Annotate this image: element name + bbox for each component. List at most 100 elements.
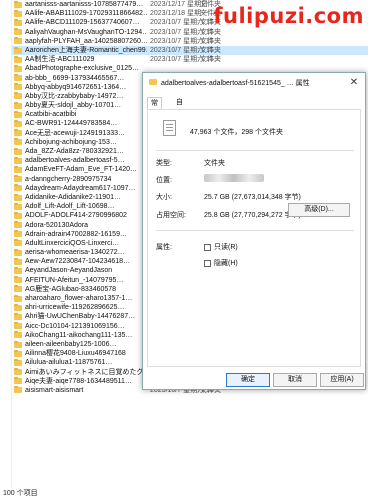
folder-icon [14,0,22,8]
checkbox-icon[interactable] [204,243,211,251]
file-type: 文件夹 [200,46,221,54]
general-panel: 47,963 个文件，298 个文件夹 类型: 文件夹 位置: 大小: 25.7… [147,109,361,367]
file-name: ADOLF-ADOLF414-2790996802 [25,212,127,220]
file-name: aisismart-aisismart [25,386,84,394]
folder-icon [14,349,22,357]
file-name: AA制生活-ABC111029 [25,56,95,64]
cancel-button[interactable]: 取消 [273,373,317,387]
file-name: AC-BWR91-124449783584… [25,120,118,128]
close-icon[interactable]: ✕ [347,76,361,90]
file-row[interactable]: AaliyahVaughan-MsVaughanTO-1294… 2023/10/… [12,28,368,37]
file-date: 2023/10/7 星期六 15… [150,37,221,45]
file-name: adalbertoalves-adalbertoasf-5… [25,157,125,165]
file-date: 2023/12/18 星期一 … [150,10,217,18]
folder-icon [14,211,22,219]
folder-icon [14,175,22,183]
file-name: Ahri猫-UwUChenBaby-14476287… [25,313,136,321]
file-name: AeyandJason-AeyandJason [25,267,113,275]
folder-icon [14,147,22,155]
folder-icon [14,55,22,63]
folder-icon [14,303,22,311]
folder-icon [14,267,22,275]
file-name: Aew-Aew72230847-104234618… [25,258,131,266]
location-value [204,174,264,182]
folder-icon [14,156,22,164]
status-bar: 100 个项目 [0,488,368,500]
file-row[interactable]: Aaronchen上海夫妻-Romantic_chen99… 2023/10/7 … [12,45,368,56]
folder-icon [14,92,22,100]
advanced-button[interactable]: 高级(D)... [288,203,350,217]
folder-icon [149,79,157,85]
file-name: a-danngcherry-2890975734 [25,175,112,183]
file-date: 2023/10/7 星期六 15… [150,19,221,27]
folder-icon [14,340,22,348]
file-row[interactable]: aaplyfah-PLYFAH_aa-140258807260… 2023/10/… [12,37,368,46]
file-name: AAlife-ABCD111029-15637740607… [25,19,140,27]
file-name: AdamEveFT-Adam_Eve_FT-1420… [25,166,138,174]
file-name: aartanisss-aartanisss-10785877479… [25,1,144,8]
tab-general[interactable]: 常规 [147,97,162,119]
folder-icon [14,331,22,339]
folder-icon [14,285,22,293]
redacted-path [204,174,264,182]
folder-icon [14,120,22,128]
file-name: ab-bbb_ 6699-137934465567… [25,74,125,82]
folder-icon [14,294,22,302]
folder-icon [14,193,22,201]
file-row[interactable]: AA制生活-ABC111029 2023/10/7 星期六 15… 文件夹 [12,55,368,64]
file-name: Adolf_Lift-Adolf_Lift-10698… [25,203,115,211]
file-date: 2023/10/7 星期六 15… [150,56,221,64]
attributes-label: 属性: [156,244,172,251]
file-name: Adaydream-Adaydream617-1097… [25,184,136,192]
hidden-checkbox[interactable]: 隐藏(H) [204,258,238,268]
folder-icon [14,358,22,366]
file-name: Acatbibi-acatbibi [25,111,77,119]
type-value: 文件夹 [204,160,225,167]
file-name: AbadPhotographe-exclusive_0125… [25,65,140,73]
file-name: Aaronchen上海夫妻-Romantic_chen99… [25,46,147,54]
file-type: 文件夹 [200,56,221,64]
readonly-checkbox[interactable]: 只读(R) [204,242,238,252]
folder-icon [14,239,22,247]
navigation-pane[interactable] [0,0,12,488]
folder-icon [14,129,22,137]
file-name: Aicc-Dc10104-121391069156… [25,322,125,330]
folder-icon [14,230,22,238]
folder-icon [14,110,22,118]
divider [156,230,354,231]
file-name: Ailulua-ailulua1-11875761… [25,359,113,367]
file-name: AdultLinxerciciQOS-Linxerci… [25,239,120,247]
file-name: Ailinna樱花9408-Liuxu46947168 [25,350,126,358]
size-on-disk-label: 占用空间: [156,212,186,219]
file-name: Achibojung-achibojung-153… [25,138,117,146]
tab-custom[interactable]: 自定义 [173,97,186,130]
apply-button[interactable]: 应用(A) [320,373,364,387]
file-name: Adidanike-Adidanike2-11901… [25,193,121,201]
folder-icon [14,165,22,173]
folder-icon [14,37,22,45]
file-name: aerisa-whomeaerisa-1340272… [25,249,125,257]
readonly-label: 只读(R) [214,244,238,251]
folder-icon [14,18,22,26]
properties-dialog: adalbertoalves-adalbertoasf-51621545_ … … [142,72,366,390]
ok-button[interactable]: 确定 [226,373,270,387]
dialog-titlebar[interactable]: adalbertoalves-adalbertoasf-51621545_ … … [143,73,365,93]
type-label: 类型: [156,160,172,167]
file-name: Aimiあいみフィットネスに目覚めたグラ… [25,368,147,376]
folder-icon [14,101,22,109]
watermark: fulipuzi.com [213,4,364,28]
folder-icon [14,257,22,265]
file-name: Abbyq-abbyq914672651-1364… [25,83,127,91]
folder-icon [14,377,22,385]
folder-icon [14,386,22,394]
file-name: aileen-aileenbaby125-1006… [25,340,117,348]
file-name: ahri-urricewife-119262896625… [25,304,125,312]
file-name: Ace无忌-acewuji-1249191333… [25,129,125,137]
file-name: Abby汉比-zzabbybaby-14972… [25,92,124,100]
file-name: Adora-520130Adora [25,221,89,229]
folder-icon [14,83,22,91]
dialog-title: adalbertoalves-adalbertoasf-51621545_ … … [161,80,310,87]
file-name: AG鹿宝-AGlubao-833460578 [25,285,117,293]
folder-icon [14,248,22,256]
checkbox-icon[interactable] [204,259,211,267]
